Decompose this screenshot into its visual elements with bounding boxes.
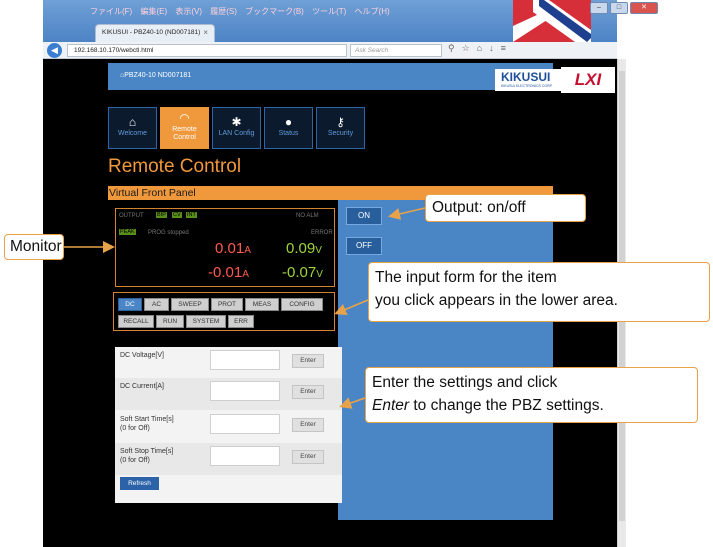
callout-input-form: The input form for the item you click ap…: [368, 262, 710, 322]
callout-input-form-line2: you click appears in the lower area.: [375, 292, 618, 309]
enter-arrow: [339, 397, 366, 409]
input-form-arrow: [334, 299, 369, 316]
callout-input-form-line1: The input form for the item: [375, 269, 557, 286]
callout-enter-line2: Enter to change the PBZ settings.: [372, 397, 604, 414]
callout-monitor: Monitor: [4, 234, 64, 260]
output-arrow: [388, 207, 426, 220]
screenshot-stage: ファイル(F) 編集(E) 表示(V) 履歴(S) ブックマーク(B) ツール(…: [0, 0, 713, 547]
callout-enter: Enter the settings and click Enter to ch…: [365, 367, 698, 423]
callout-output: Output: on/off: [425, 194, 586, 222]
callout-enter-line1: Enter the settings and click: [372, 374, 558, 391]
